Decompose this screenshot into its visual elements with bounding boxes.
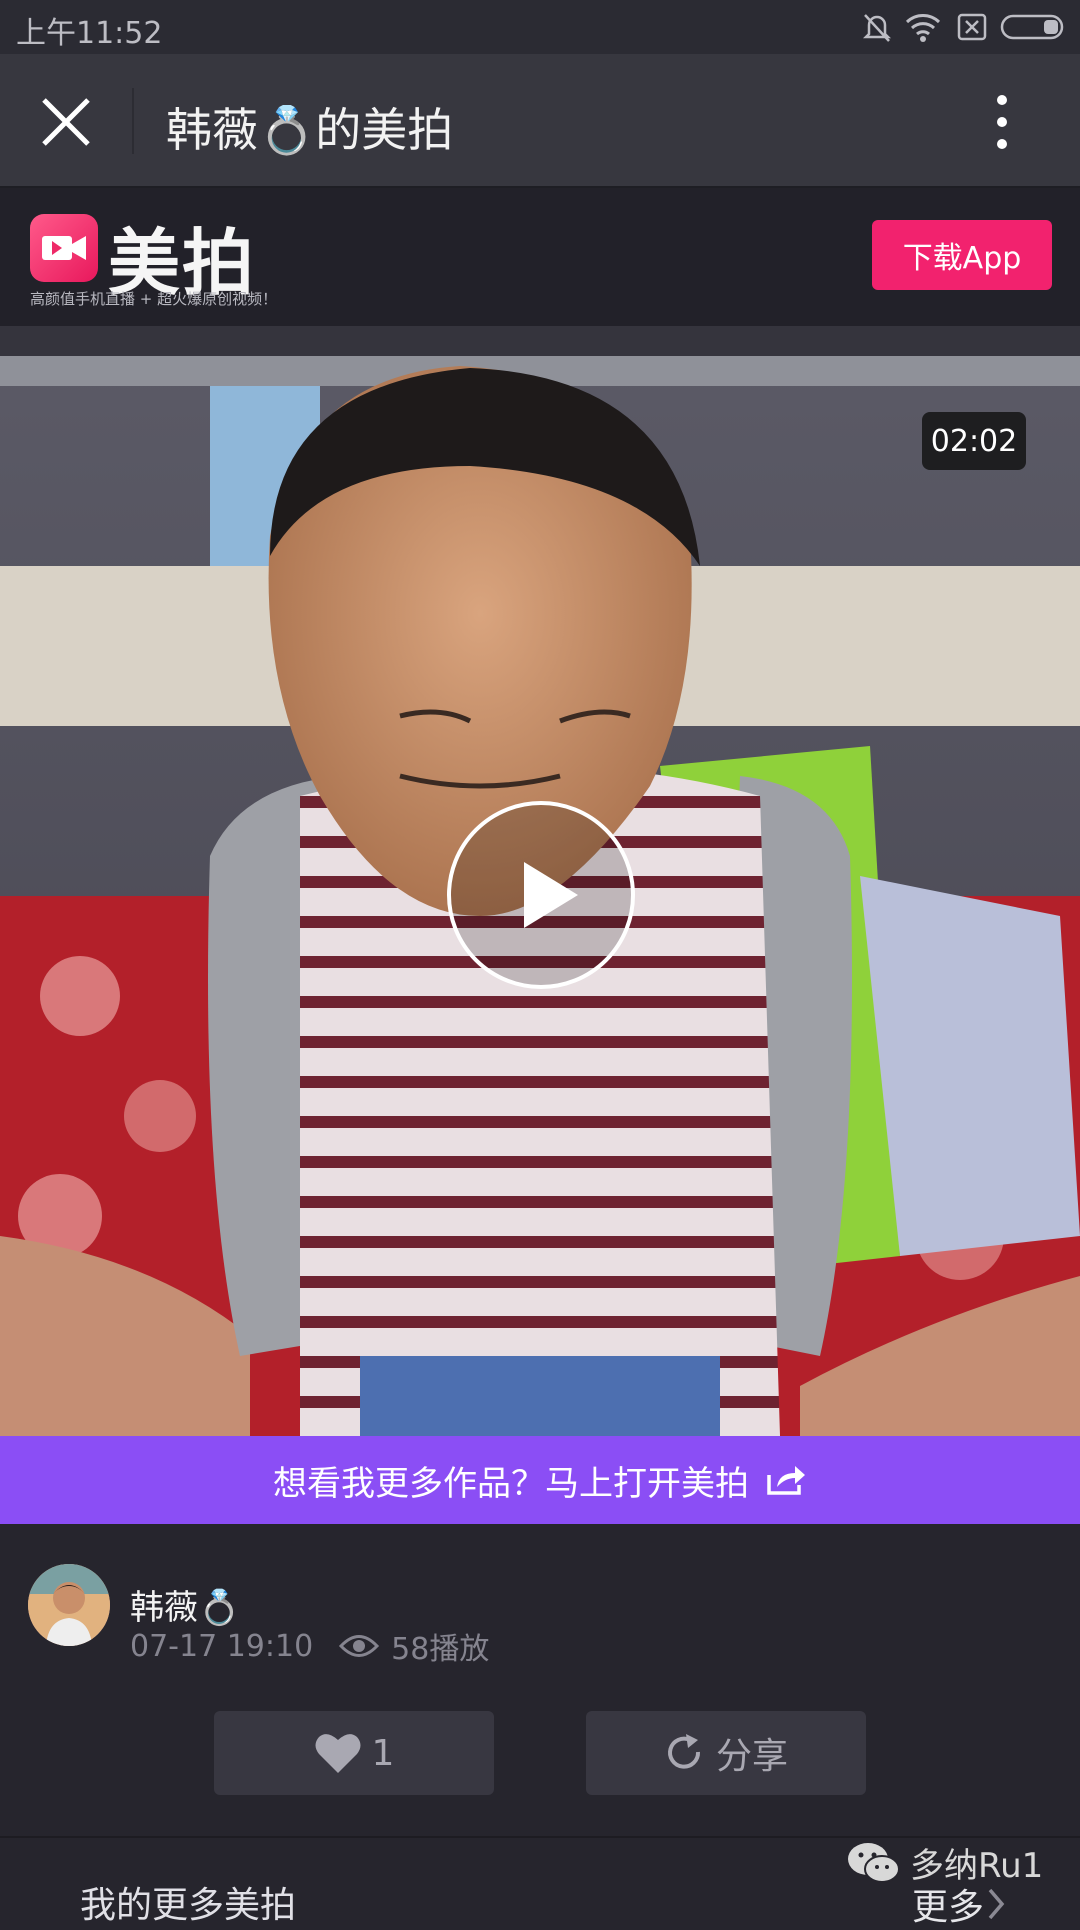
video-duration-badge: 02:02: [922, 412, 1026, 470]
meipai-header: 美拍 高颜值手机直播 + 超火爆原创视频！ 下载App: [0, 188, 1080, 326]
page-title: 韩薇💍的美拍: [166, 103, 454, 157]
title-divider: [132, 88, 134, 154]
share-label: 分享: [715, 1736, 788, 1777]
share-out-icon: [767, 1466, 805, 1495]
chevron-right-icon: [988, 1888, 1005, 1920]
more-link-label: 更多: [912, 1887, 985, 1928]
avatar-image: [28, 1564, 110, 1646]
open-meipai-banner-text: 想看我更多作品？马上打开美拍: [273, 1463, 749, 1504]
wifi-icon: [904, 10, 942, 44]
refresh-share-icon: [668, 1734, 700, 1769]
avatar[interactable]: [28, 1564, 110, 1646]
more-vertical-icon: [997, 95, 1007, 149]
heart-icon: [315, 1734, 361, 1773]
no-sim-icon: [956, 10, 988, 44]
wechat-icon: [848, 1842, 900, 1883]
close-button[interactable]: [36, 92, 96, 152]
post-meta: 07-17 19:10 58播放: [130, 1624, 489, 1668]
more-options-button[interactable]: [980, 90, 1024, 154]
play-count: 58播放: [391, 1632, 490, 1667]
download-app-button[interactable]: 下载App: [872, 220, 1052, 290]
eye-icon: [339, 1635, 380, 1657]
like-count: 1: [371, 1732, 395, 1774]
more-videos-title: 我的更多美拍: [80, 1885, 297, 1926]
play-button[interactable]: [446, 800, 636, 990]
more-link[interactable]: 更多: [912, 1878, 1008, 1930]
meipai-logo-icon: [30, 214, 98, 282]
close-icon: [42, 98, 90, 146]
battery-icon: [1000, 10, 1068, 44]
post-datetime: 07-17 19:10: [130, 1628, 314, 1664]
status-time: 上午11:52: [16, 16, 163, 51]
play-icon: [447, 801, 635, 989]
like-button[interactable]: 1: [214, 1711, 494, 1795]
username[interactable]: 韩薇💍: [130, 1580, 240, 1629]
meipai-slogan: 高颜值手机直播 + 超火爆原创视频！: [30, 290, 278, 308]
title-bar: 韩薇💍的美拍: [0, 54, 1080, 188]
header-gap: [0, 326, 1080, 356]
share-button[interactable]: 分享: [586, 1711, 866, 1795]
open-meipai-banner[interactable]: 想看我更多作品？马上打开美拍: [0, 1436, 1080, 1524]
mute-bell-icon: [860, 10, 894, 44]
